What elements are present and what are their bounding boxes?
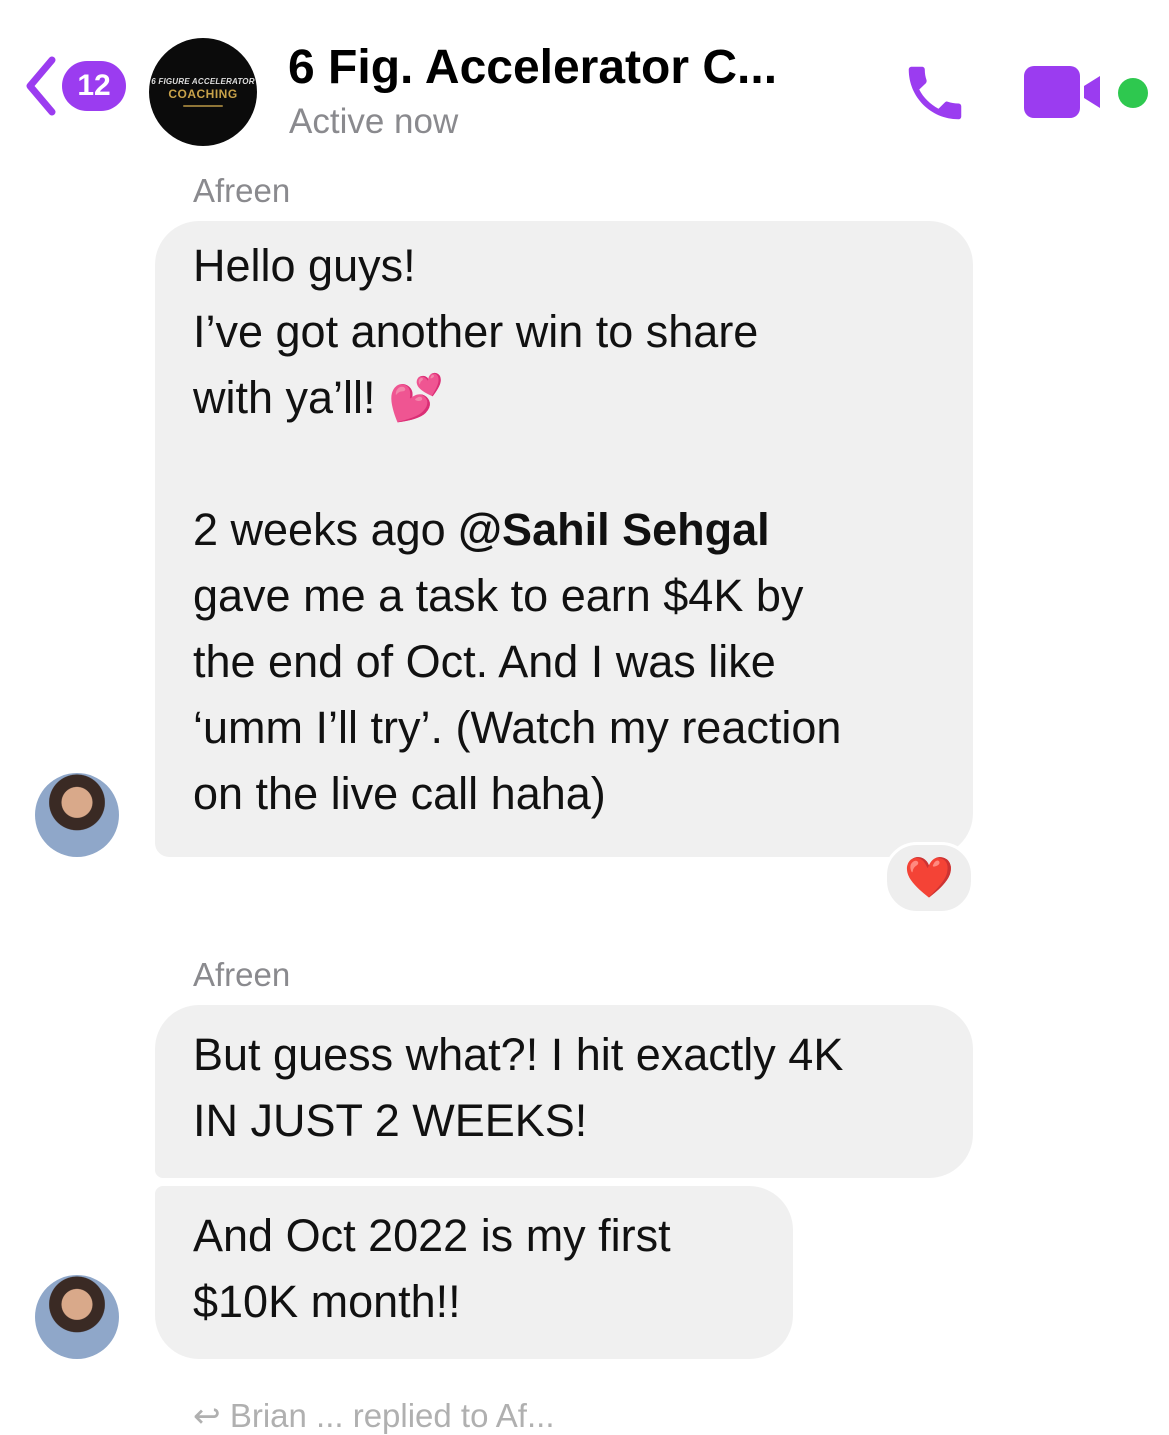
chevron-left-icon bbox=[26, 56, 56, 116]
conversation-title[interactable]: 6 Fig. Accelerator C... bbox=[288, 40, 777, 95]
voice-call-button[interactable] bbox=[900, 58, 970, 133]
heart-icon: ❤️ bbox=[904, 856, 954, 900]
reply-indicator: ↩ Brian ... replied to Af... bbox=[193, 1397, 555, 1434]
video-call-button[interactable] bbox=[1024, 64, 1106, 125]
back-button[interactable]: 12 bbox=[24, 56, 126, 116]
message-bubble[interactable]: And Oct 2022 is my first $10K month!! bbox=[155, 1186, 793, 1359]
unread-count-badge: 12 bbox=[62, 61, 126, 111]
chat-header: 12 6 FIGURE ACCELERATOR COACHING 6 Fig. … bbox=[0, 0, 1169, 160]
avatar[interactable] bbox=[35, 773, 119, 857]
message-bubble[interactable]: But guess what?! I hit exactly 4K IN JUS… bbox=[155, 1005, 973, 1178]
sender-name: Afreen bbox=[193, 172, 291, 209]
sender-name: Afreen bbox=[193, 956, 291, 993]
active-status: Active now bbox=[289, 102, 459, 141]
mention-link[interactable]: @Sahil Sehgal bbox=[458, 504, 769, 555]
avatar[interactable] bbox=[35, 1275, 119, 1359]
reaction-badge[interactable]: ❤️ bbox=[884, 842, 974, 914]
phone-icon bbox=[908, 66, 962, 120]
active-indicator bbox=[1118, 78, 1148, 108]
message-bubble[interactable]: Hello guys! I’ve got another win to shar… bbox=[155, 221, 973, 857]
group-avatar[interactable]: 6 FIGURE ACCELERATOR COACHING bbox=[149, 38, 257, 146]
video-camera-icon bbox=[1024, 66, 1100, 118]
